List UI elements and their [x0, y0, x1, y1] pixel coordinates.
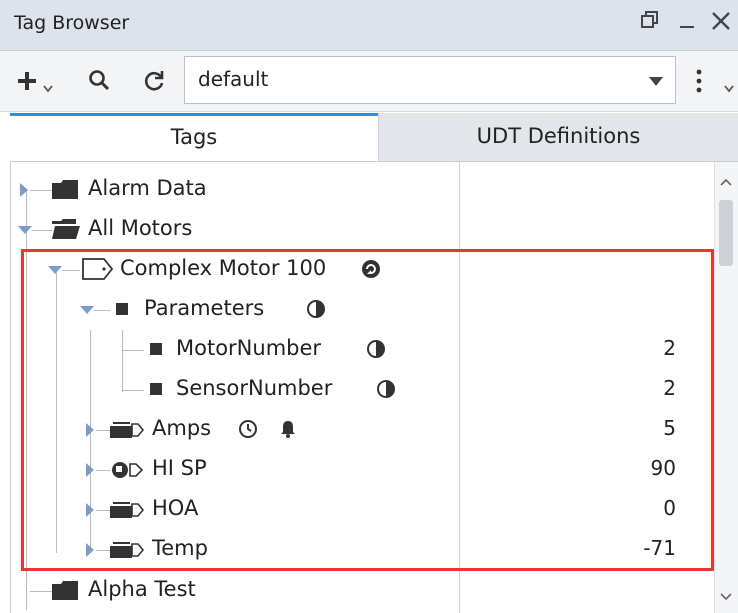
- refresh-icon[interactable]: [142, 69, 166, 97]
- collapse-icon[interactable]: [80, 306, 94, 314]
- tree-row-alarm-data[interactable]: Alarm Data: [0, 170, 714, 210]
- tree-label: HOA: [152, 496, 199, 520]
- inherited-icon: [366, 339, 386, 359]
- tree-row-sensornumber[interactable]: SensorNumber 2: [0, 370, 714, 410]
- scroll-down-icon[interactable]: [720, 589, 732, 605]
- memory-tag-icon: [110, 458, 144, 480]
- tree-label: SensorNumber: [176, 376, 333, 400]
- parameter-icon: [150, 383, 162, 395]
- expand-icon[interactable]: [86, 503, 94, 517]
- plus-icon[interactable]: [16, 70, 38, 96]
- tree-label: Parameters: [144, 296, 265, 320]
- restore-window-icon[interactable]: [640, 10, 660, 37]
- folder-icon: [52, 179, 78, 199]
- tree-row-temp[interactable]: Temp -71: [0, 530, 714, 570]
- tree-label: Amps: [152, 416, 212, 440]
- tab-tags[interactable]: Tags: [10, 113, 378, 161]
- tree-row-complex-motor-100[interactable]: Complex Motor 100: [0, 250, 714, 290]
- expand-icon[interactable]: [86, 463, 94, 477]
- folder-icon: [52, 580, 78, 600]
- tree-label: MotorNumber: [176, 336, 322, 360]
- parameter-icon: [116, 303, 128, 315]
- udt-instance-icon: [82, 258, 114, 280]
- tag-value: 90: [650, 456, 676, 480]
- udt-override-icon: [361, 259, 381, 279]
- tree-label: Alpha Test: [88, 577, 196, 601]
- panel-title: Tag Browser: [14, 12, 130, 34]
- inherited-icon: [306, 299, 326, 319]
- tag-value: -71: [643, 536, 676, 560]
- tree-label: All Motors: [88, 216, 193, 240]
- open-folder-icon: [52, 219, 80, 239]
- chevron-down-icon: [649, 77, 663, 86]
- tag-provider-value: default: [198, 67, 269, 91]
- expand-icon[interactable]: [20, 183, 28, 197]
- tab-bar: Tags UDT Definitions: [0, 113, 738, 161]
- tree-row-all-motors[interactable]: All Motors: [0, 210, 714, 250]
- tree-row-hi-sp[interactable]: HI SP 90: [0, 450, 714, 490]
- expand-icon[interactable]: [86, 423, 94, 437]
- tag-value: 5: [663, 416, 676, 440]
- collapse-icon[interactable]: [18, 226, 32, 234]
- tree-label: HI SP: [152, 456, 207, 480]
- udt-tag-icon: [110, 418, 145, 440]
- tag-provider-select[interactable]: default: [184, 56, 676, 104]
- tag-value: 0: [663, 496, 676, 520]
- tree-label: Alarm Data: [88, 176, 207, 200]
- udt-tag-icon: [110, 498, 145, 520]
- title-bar: Tag Browser: [0, 0, 738, 51]
- minimize-icon[interactable]: [678, 10, 698, 37]
- close-icon[interactable]: [710, 10, 732, 39]
- tree-label: Complex Motor 100: [120, 256, 327, 280]
- udt-tag-icon: [110, 538, 145, 560]
- collapse-icon[interactable]: [48, 266, 62, 274]
- scrollbar-thumb[interactable]: [719, 200, 733, 266]
- tree-row-parameters[interactable]: Parameters: [0, 290, 714, 330]
- chevron-down-icon[interactable]: [724, 78, 734, 97]
- tab-udt-definitions[interactable]: UDT Definitions: [378, 113, 738, 161]
- history-clock-icon: [238, 419, 258, 439]
- search-icon[interactable]: [88, 69, 110, 95]
- tree-label: Temp: [152, 536, 208, 560]
- tree-row-alpha-test[interactable]: Alpha Test: [0, 571, 714, 611]
- tree-row-hoa[interactable]: HOA 0: [0, 490, 714, 530]
- scroll-up-icon[interactable]: [720, 174, 732, 190]
- vertical-scrollbar[interactable]: [714, 162, 738, 613]
- alarm-bell-icon: [278, 419, 298, 439]
- inherited-icon: [376, 379, 396, 399]
- tag-value: 2: [663, 376, 676, 400]
- kebab-menu-icon[interactable]: [694, 68, 704, 98]
- tag-value: 2: [663, 336, 676, 360]
- tree-row-motornumber[interactable]: MotorNumber 2: [0, 330, 714, 370]
- tree-row-amps[interactable]: Amps 5: [0, 410, 714, 450]
- chevron-down-icon[interactable]: [43, 78, 53, 97]
- expand-icon[interactable]: [86, 543, 94, 557]
- parameter-icon: [150, 343, 162, 355]
